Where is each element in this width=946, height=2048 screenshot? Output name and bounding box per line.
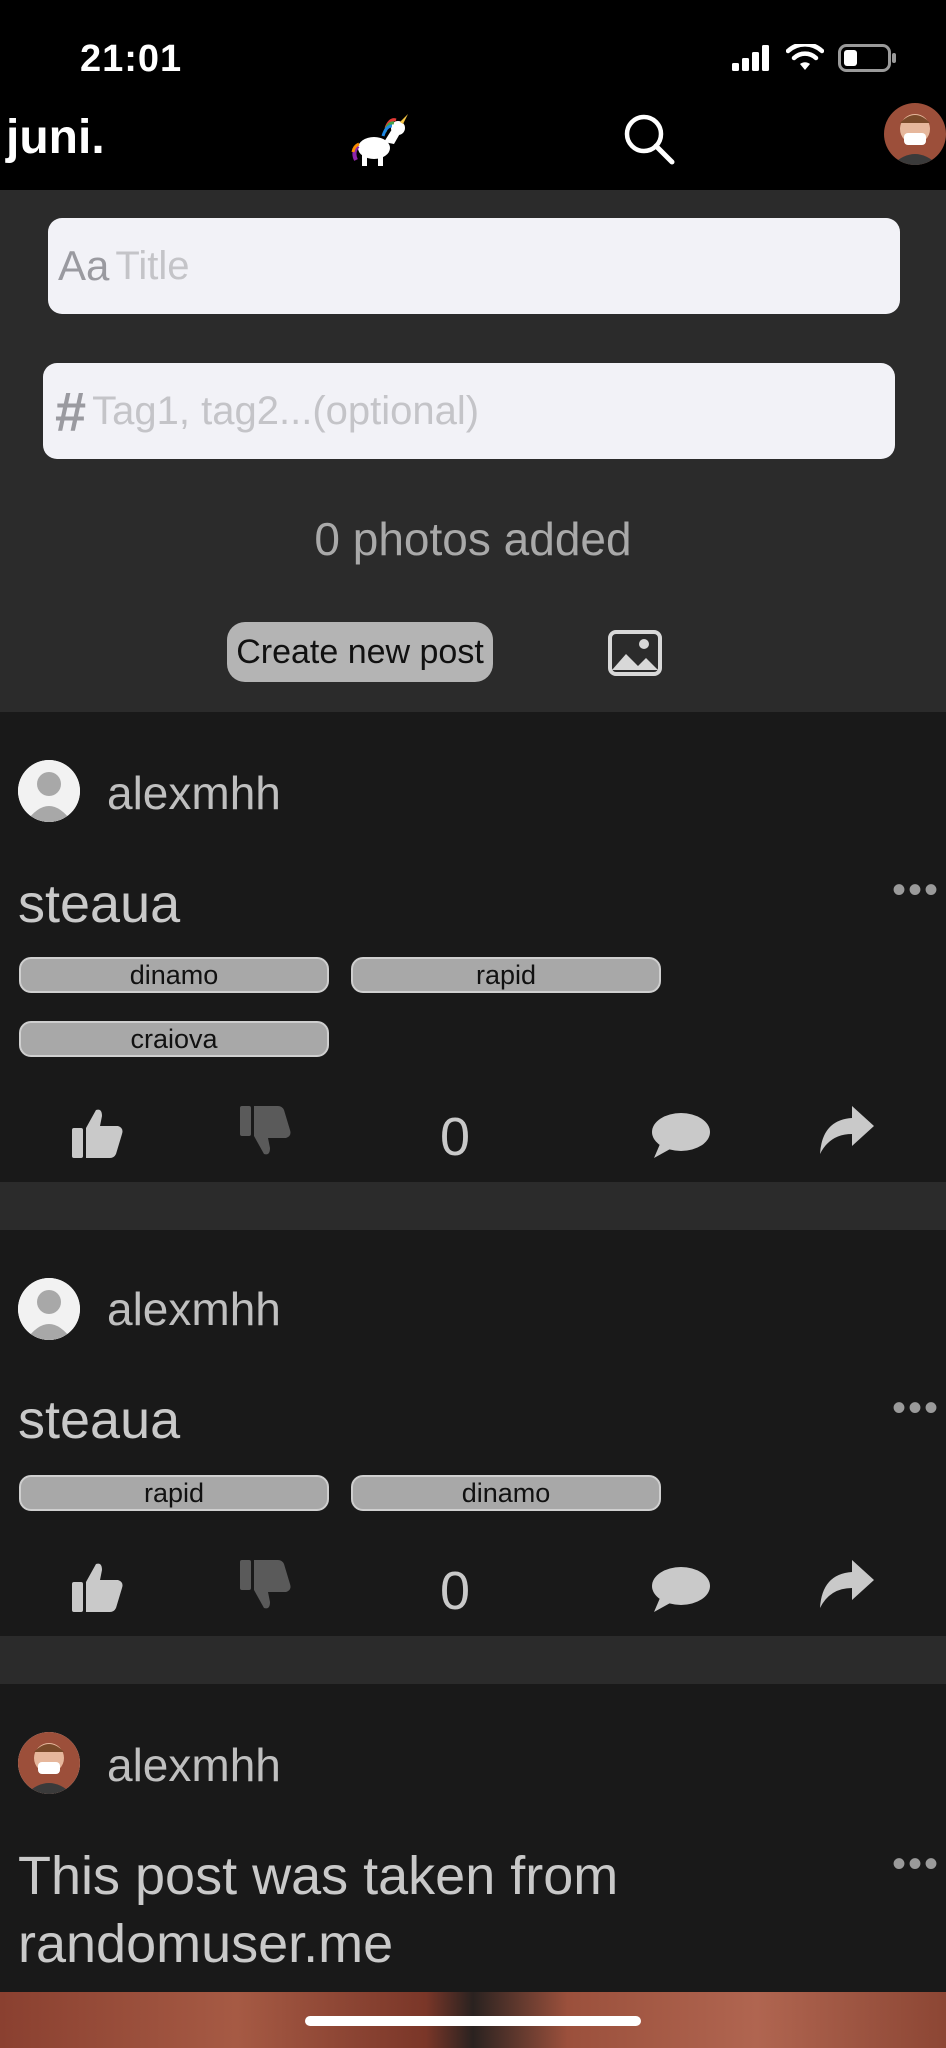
- post-author[interactable]: alexmhh: [107, 1738, 281, 1792]
- post-tag[interactable]: craiova: [19, 1021, 329, 1057]
- post-divider: [0, 1182, 946, 1230]
- title-input-box[interactable]: Aa: [48, 218, 900, 314]
- home-indicator[interactable]: [305, 2016, 641, 2026]
- share-icon[interactable]: [816, 1104, 876, 1156]
- text-format-icon: Aa: [58, 242, 110, 289]
- post-tag[interactable]: rapid: [351, 957, 661, 993]
- profile-avatar[interactable]: [884, 103, 946, 165]
- hashtag-icon: #: [55, 379, 87, 443]
- wifi-icon: [786, 44, 824, 70]
- thumbs-up-icon[interactable]: [70, 1560, 124, 1614]
- post-title-line-1: This post was taken from: [18, 1846, 619, 1906]
- post-title-line-2: randomuser.me: [18, 1914, 394, 1974]
- status-icons: [732, 44, 898, 72]
- search-icon[interactable]: [622, 112, 676, 166]
- post-composer: Aa # 0 photos added Create new post: [0, 190, 946, 712]
- unicorn-icon[interactable]: [350, 112, 410, 168]
- tags-input[interactable]: [86, 388, 895, 434]
- nav-bar: juni.: [0, 100, 946, 190]
- default-user-icon: [18, 1278, 80, 1340]
- add-photo-icon[interactable]: [608, 630, 662, 676]
- post-title: steaua: [18, 874, 181, 934]
- post-tag[interactable]: rapid: [19, 1475, 329, 1511]
- author-avatar[interactable]: [18, 1732, 80, 1794]
- post-card: alexmhh ••• steaua rapid dinamo 0: [0, 1230, 946, 1636]
- vote-score: 0: [439, 1561, 471, 1621]
- comment-icon[interactable]: [650, 1564, 712, 1614]
- share-icon[interactable]: [816, 1558, 876, 1610]
- battery-icon: [838, 44, 896, 72]
- create-post-button[interactable]: Create new post: [227, 622, 493, 682]
- profile-photo-icon: [884, 103, 946, 165]
- post-card: alexmhh ••• steaua dinamo rapid craiova …: [0, 712, 946, 1182]
- post-tag[interactable]: dinamo: [19, 957, 329, 993]
- thumbs-up-icon[interactable]: [70, 1106, 124, 1160]
- default-user-icon: [18, 760, 80, 822]
- post-title: steaua: [18, 1390, 181, 1450]
- more-options-button[interactable]: •••: [892, 1386, 940, 1431]
- author-photo-icon: [18, 1732, 80, 1794]
- post-author[interactable]: alexmhh: [107, 766, 281, 820]
- author-avatar[interactable]: [18, 760, 80, 822]
- tags-input-box[interactable]: #: [43, 363, 895, 459]
- post-author[interactable]: alexmhh: [107, 1282, 281, 1336]
- app-logo[interactable]: juni.: [6, 110, 105, 165]
- more-options-button[interactable]: •••: [892, 868, 940, 913]
- status-time: 21:01: [80, 38, 183, 80]
- title-input[interactable]: [109, 243, 900, 289]
- thumbs-down-icon[interactable]: [238, 1558, 292, 1612]
- photos-count: 0 photos added: [314, 513, 632, 565]
- post-divider: [0, 1636, 946, 1684]
- comment-icon[interactable]: [650, 1110, 712, 1160]
- post-tag[interactable]: dinamo: [351, 1475, 661, 1511]
- vote-score: 0: [439, 1107, 471, 1167]
- status-bar: 21:01: [0, 0, 946, 110]
- author-avatar[interactable]: [18, 1278, 80, 1340]
- thumbs-down-icon[interactable]: [238, 1104, 292, 1158]
- more-options-button[interactable]: •••: [892, 1842, 940, 1887]
- cellular-signal-icon: [732, 45, 769, 71]
